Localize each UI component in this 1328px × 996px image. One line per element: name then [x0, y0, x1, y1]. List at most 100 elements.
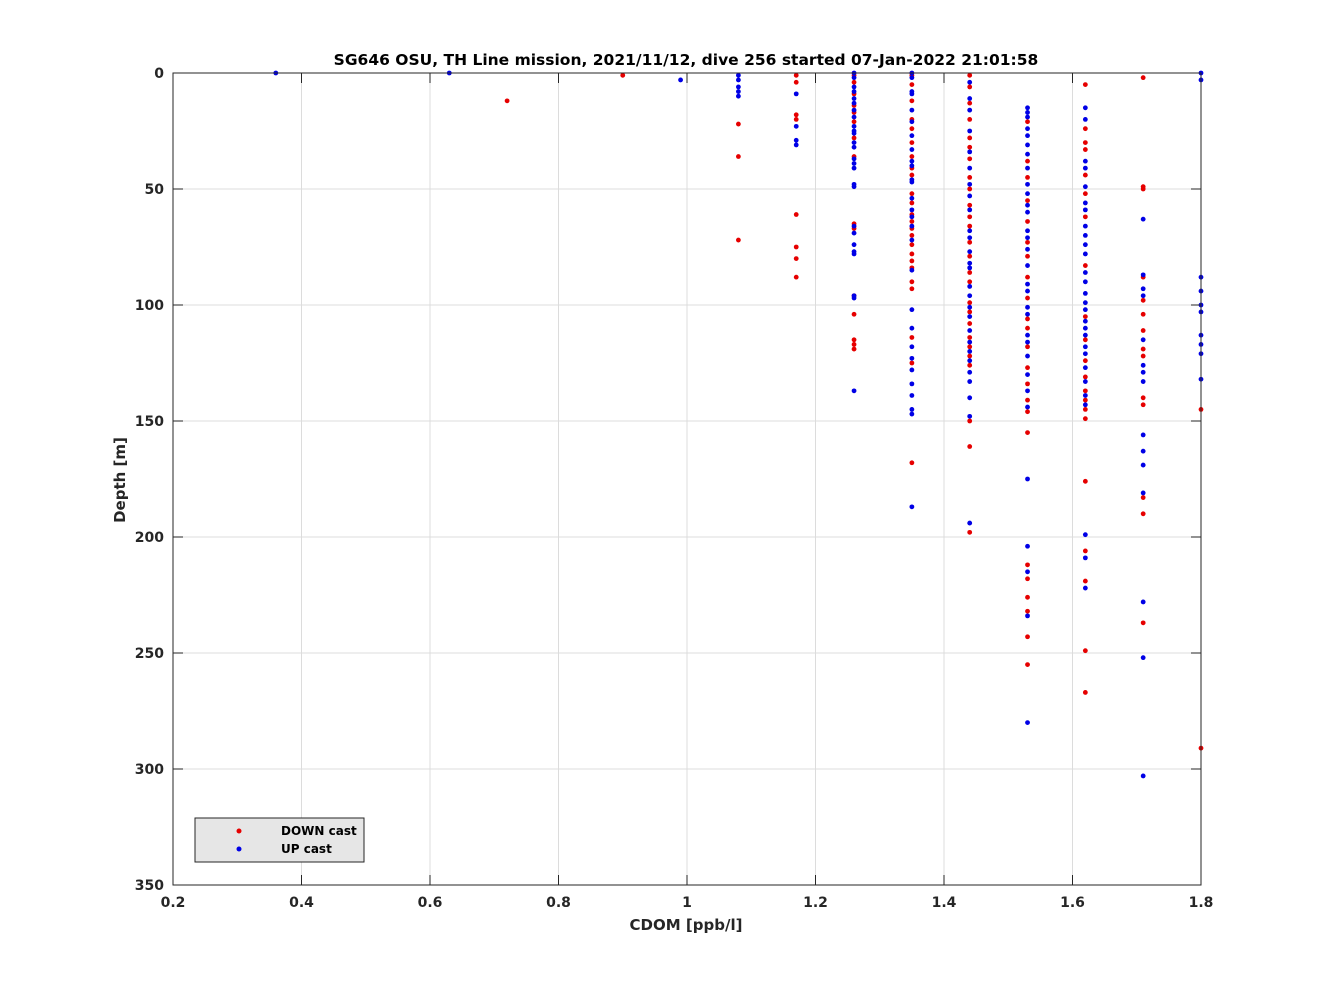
up-cast-point [1025, 720, 1030, 725]
down-cast-point [1082, 172, 1088, 178]
up-cast-point [909, 407, 915, 412]
down-cast-point [967, 186, 973, 192]
up-cast-point [909, 91, 915, 97]
down-cast-point [1082, 140, 1088, 146]
up-cast-point [1025, 126, 1030, 132]
down-cast-point [967, 362, 973, 368]
up-cast-point [1082, 402, 1088, 408]
up-cast-point [736, 89, 741, 94]
up-cast-point [1140, 462, 1146, 468]
down-cast-point [1082, 126, 1088, 132]
up-cast-point [967, 379, 973, 384]
up-cast-point [909, 179, 915, 185]
up-cast-point [967, 96, 973, 101]
down-cast-point [1082, 397, 1088, 403]
down-cast-point [967, 344, 973, 350]
down-cast-point [1140, 395, 1146, 401]
up-cast-point [1025, 569, 1030, 575]
up-cast-point [909, 107, 915, 113]
down-cast-point [1025, 239, 1030, 245]
down-cast-point [1082, 214, 1088, 220]
down-cast-point [967, 117, 973, 122]
up-cast-point [1025, 476, 1030, 482]
legend-marker-down [236, 828, 242, 834]
up-cast-point [1025, 133, 1030, 139]
down-cast-point [909, 242, 915, 248]
up-cast-point [909, 207, 915, 213]
down-cast-point [851, 346, 857, 352]
up-cast-point [1082, 307, 1088, 313]
up-cast-point [909, 367, 915, 373]
up-cast-point [1025, 613, 1030, 619]
up-cast-point [1140, 293, 1146, 299]
up-cast-point [1025, 263, 1030, 268]
down-cast-point [736, 154, 741, 159]
x-tick-label: 0.2 [161, 895, 186, 911]
x-tick-label: 1.6 [1060, 895, 1085, 911]
down-cast-point [909, 219, 915, 224]
down-cast-point [1025, 365, 1030, 371]
down-cast-point [967, 335, 973, 340]
up-cast-point [1082, 365, 1088, 371]
up-cast-point [1025, 110, 1030, 115]
down-cast-point [1082, 690, 1088, 695]
chart-title: SG646 OSU, TH Line mission, 2021/11/12, … [334, 51, 1039, 69]
x-tick-label: 1.2 [803, 895, 828, 911]
down-cast-point [793, 212, 799, 217]
up-cast-point [1082, 233, 1088, 238]
up-cast-point [678, 77, 683, 83]
down-cast-point [909, 335, 915, 340]
up-cast-point [967, 249, 973, 255]
down-cast-point [967, 156, 973, 162]
down-cast-point [1082, 374, 1088, 380]
up-cast-point [1082, 318, 1088, 324]
up-cast-point [967, 369, 973, 375]
x-tick-label: 1.4 [932, 895, 957, 911]
down-cast-point [1025, 409, 1030, 415]
up-cast-point [1140, 432, 1146, 438]
up-cast-point [1082, 291, 1088, 296]
up-cast-point [736, 72, 741, 78]
down-cast-point [793, 256, 799, 261]
up-cast-point [967, 358, 973, 364]
down-cast-point [909, 154, 915, 159]
legend: DOWN cast UP cast [194, 817, 365, 863]
y-tick-label: 50 [145, 182, 165, 198]
legend-label-down: DOWN cast [281, 824, 357, 838]
up-cast-point [851, 130, 857, 136]
down-cast-point [1140, 297, 1146, 303]
up-cast-point [1140, 286, 1146, 292]
down-cast-point [1140, 402, 1146, 408]
down-cast-point [909, 251, 915, 257]
down-cast-point [967, 100, 973, 106]
x-tick-label: 0.6 [418, 895, 443, 911]
down-cast-point [1140, 511, 1146, 517]
down-cast-point [967, 444, 973, 449]
up-cast-point [1025, 372, 1030, 377]
down-cast-point [1082, 82, 1088, 87]
up-cast-point [851, 114, 857, 120]
up-cast-point [909, 355, 915, 361]
up-cast-point [1082, 223, 1088, 229]
down-cast-point [1082, 478, 1088, 484]
up-cast-point [793, 91, 799, 97]
up-cast-point [909, 75, 915, 81]
down-cast-point [1025, 316, 1030, 322]
up-cast-point [1082, 532, 1088, 538]
up-cast-point [909, 411, 915, 417]
up-cast-point [851, 100, 857, 106]
down-cast-point [967, 321, 973, 326]
up-cast-point [1082, 332, 1088, 338]
down-cast-point [793, 117, 799, 122]
down-cast-point [1140, 311, 1146, 317]
up-cast-point [1082, 300, 1088, 306]
up-cast-point [1140, 655, 1146, 661]
up-cast-point [909, 381, 915, 387]
up-cast-point [1025, 281, 1030, 287]
y-tick-label: 0 [154, 66, 164, 82]
up-cast-point [1140, 599, 1146, 605]
up-cast-point [909, 344, 915, 350]
down-cast-point [1140, 75, 1146, 81]
down-cast-point [1082, 648, 1088, 654]
up-cast-point [967, 79, 973, 85]
